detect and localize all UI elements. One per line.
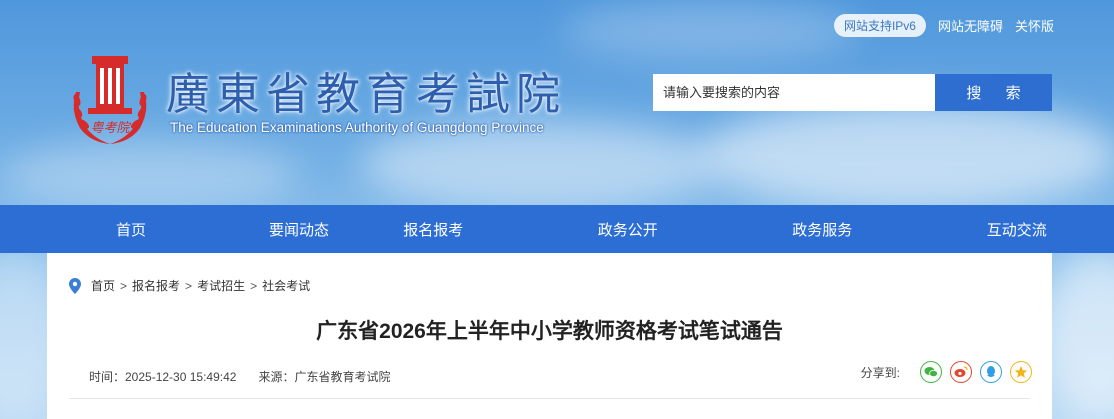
article-source: 来源：广东省教育考试院 [258, 370, 391, 384]
main-nav: 首页 要闻动态 报名报考 政务公开 政务服务 互动交流 [0, 205, 1114, 253]
accessibility-link[interactable]: 网站无障碍 [938, 16, 1003, 35]
search-box: 搜 索 [653, 74, 1052, 111]
qq-icon[interactable] [980, 361, 1002, 383]
share-bar: 分享到: [861, 361, 1032, 383]
care-version-link[interactable]: 关怀版 [1015, 16, 1054, 35]
wechat-icon[interactable] [920, 361, 942, 383]
breadcrumb-separator: > [185, 278, 193, 293]
top-links: 网站支持IPv6 网站无障碍 关怀版 [833, 14, 1054, 37]
breadcrumb-social-exams[interactable]: 社会考试 [262, 277, 310, 294]
site-subtitle: The Education Examinations Authority of … [170, 120, 544, 135]
nav-item-government-affairs[interactable]: 政务公开 [531, 205, 726, 253]
logo-emblem-icon[interactable]: 粤考院 [66, 52, 154, 148]
breadcrumb-exam-admission[interactable]: 考试招生 [197, 277, 245, 294]
article-meta: 时间：2025-12-30 15:49:42 来源：广东省教育考试院 [89, 368, 390, 385]
breadcrumb: 首页 > 报名报考 > 考试招生 > 社会考试 [69, 277, 310, 294]
location-pin-icon [69, 277, 81, 294]
nav-item-interaction[interactable]: 互动交流 [920, 205, 1114, 253]
nav-item-registration[interactable]: 报名报考 [336, 205, 531, 253]
site-title: 廣東省教育考試院 [166, 69, 566, 120]
nav-item-government-services[interactable]: 政务服务 [725, 205, 920, 253]
search-input[interactable] [653, 74, 935, 111]
breadcrumb-separator: > [120, 278, 128, 293]
divider [69, 398, 1030, 399]
article-time: 时间：2025-12-30 15:49:42 [89, 370, 237, 384]
qzone-icon[interactable] [1010, 361, 1032, 383]
breadcrumb-separator: > [250, 278, 258, 293]
search-button[interactable]: 搜 索 [935, 74, 1052, 111]
breadcrumb-registration[interactable]: 报名报考 [132, 277, 180, 294]
share-label: 分享到: [860, 365, 900, 380]
nav-item-news[interactable]: 要闻动态 [262, 205, 336, 253]
article-title: 广东省2026年上半年中小学教师资格考试笔试通告 [316, 320, 783, 343]
breadcrumb-home[interactable]: 首页 [91, 277, 115, 294]
content-panel: 首页 > 报名报考 > 考试招生 > 社会考试 广东省2026年上半年中小学教师… [47, 253, 1052, 419]
svg-text:粤考院: 粤考院 [90, 120, 131, 136]
weibo-icon[interactable] [950, 361, 972, 383]
ipv6-badge: 网站支持IPv6 [833, 14, 926, 37]
nav-item-home[interactable]: 首页 [0, 205, 262, 253]
